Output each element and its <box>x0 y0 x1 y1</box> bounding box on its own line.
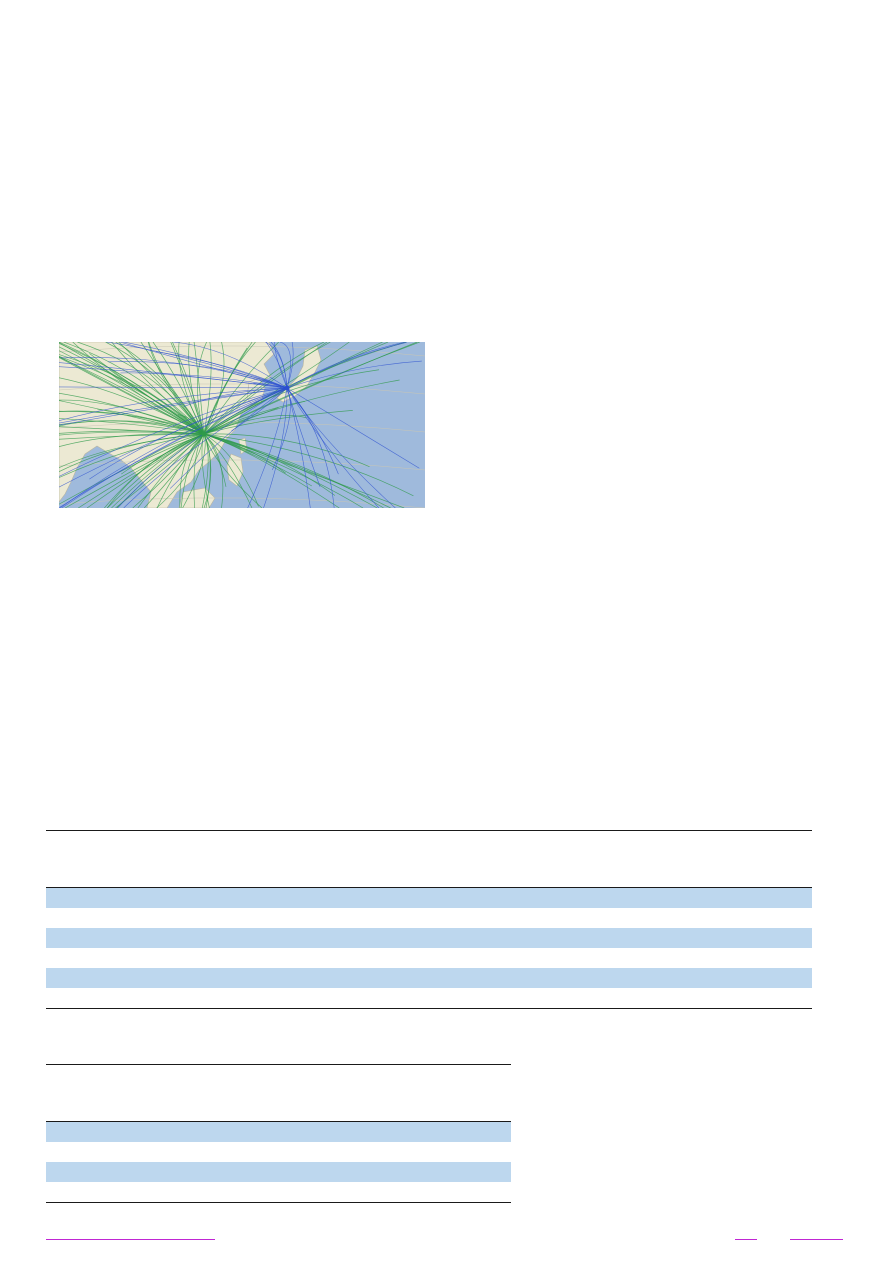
table-row <box>46 888 812 908</box>
table-row <box>46 1142 511 1162</box>
table-row <box>46 1182 511 1202</box>
table-1 <box>46 830 812 1009</box>
table-header-row <box>46 831 812 887</box>
table-body <box>46 1122 511 1202</box>
table-row <box>46 1162 511 1182</box>
route-map-figure <box>59 342 425 508</box>
table-body <box>46 888 812 1008</box>
table-bottom-rule <box>46 1008 812 1009</box>
table-row <box>46 1122 511 1142</box>
table-row <box>46 928 812 948</box>
table-row <box>46 968 812 988</box>
footer-link-page[interactable] <box>735 1238 757 1240</box>
table-2 <box>46 1064 511 1203</box>
blue-hub-marker <box>284 385 290 391</box>
footer-link-left[interactable] <box>46 1238 215 1240</box>
table-row <box>46 948 812 968</box>
footer-link-right[interactable] <box>790 1238 843 1240</box>
green-hub-marker <box>201 431 207 437</box>
route-map-image <box>59 342 425 508</box>
table-row <box>46 908 812 928</box>
table-bottom-rule <box>46 1202 511 1203</box>
table-row <box>46 988 812 1008</box>
table-header-row <box>46 1065 511 1121</box>
